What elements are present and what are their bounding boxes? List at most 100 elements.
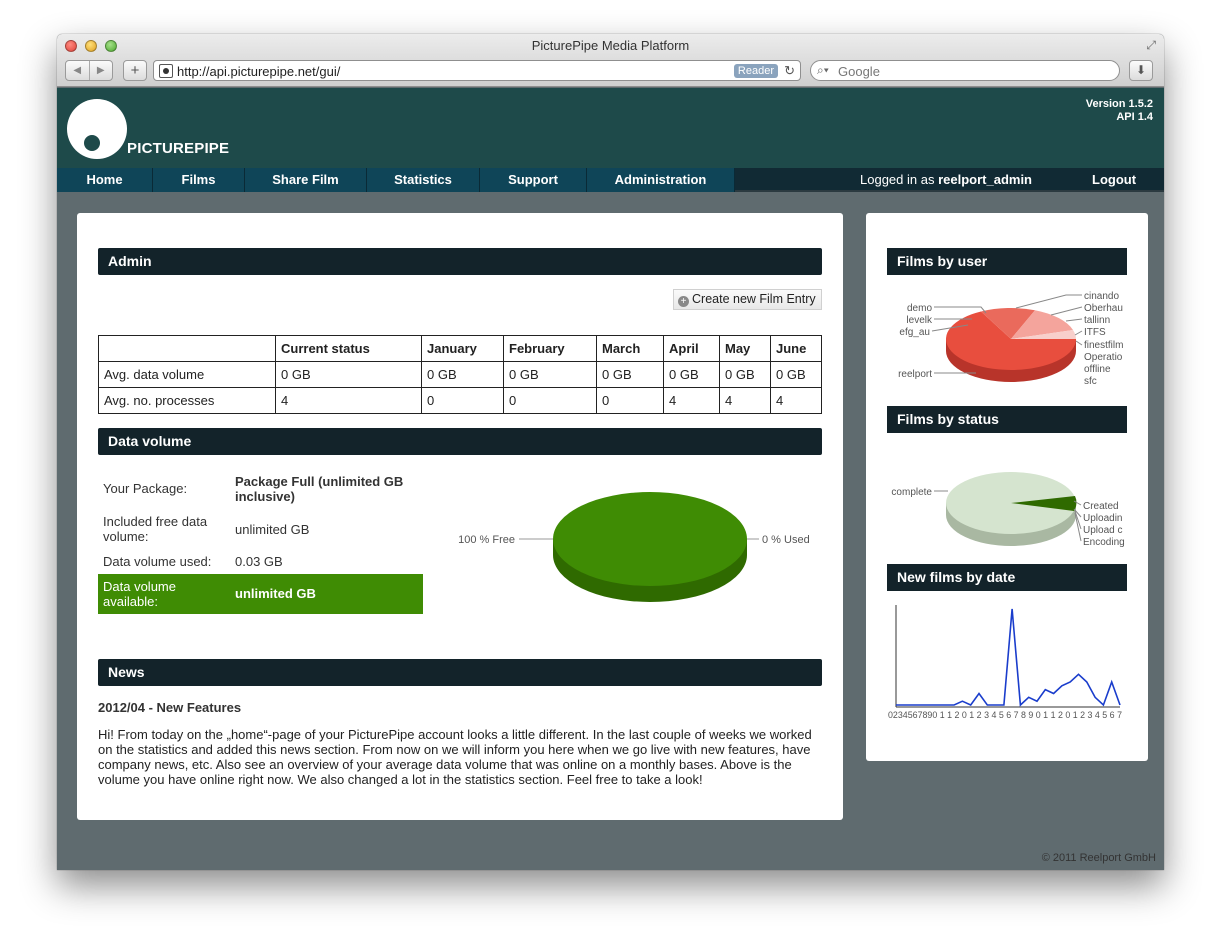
- create-film-entry-button[interactable]: + Create new Film Entry: [673, 289, 822, 310]
- menu-item-share-film[interactable]: Share Film: [245, 168, 367, 192]
- table-cell: 0 GB: [421, 361, 504, 388]
- table-cell: Avg. no. processes: [98, 387, 276, 414]
- user-label-levelk: levelk: [906, 315, 933, 326]
- menu-item-support[interactable]: Support: [480, 168, 587, 192]
- data-volume-section-header: Data volume: [98, 428, 822, 455]
- address-bar[interactable]: http://api.picturepipe.net/gui/ Reader ↻: [153, 60, 801, 81]
- leader-line: [934, 306, 987, 314]
- user-label-operatio: Operatio: [1084, 352, 1123, 363]
- volume-available-value: unlimited GB: [235, 586, 316, 601]
- sidebar-panel: Films by user demo levelk efg_au reelpor…: [866, 213, 1148, 761]
- reader-button[interactable]: Reader: [733, 64, 778, 78]
- table-cell: 0 GB: [503, 361, 597, 388]
- user-left-labels: demo levelk efg_au reelport: [898, 303, 933, 380]
- table-header-cell: January: [421, 335, 504, 362]
- logged-in-status: Logged in as reelport_admin: [860, 168, 1032, 192]
- panel-tab: [823, 288, 839, 428]
- back-icon[interactable]: ◀: [66, 61, 90, 80]
- x-axis-labels: 0234567890 1 1 2 0 1 2 3 4 5 6 7 8 9 0 1…: [888, 710, 1122, 720]
- free-volume-row: Included free data volume: unlimited GB: [98, 514, 423, 546]
- table-cell: 0 GB: [663, 361, 720, 388]
- table-header-cell: June: [770, 335, 822, 362]
- table-cell: Avg. data volume: [98, 361, 276, 388]
- search-placeholder: Google: [838, 64, 880, 79]
- table-cell: 4: [275, 387, 422, 414]
- volume-used-label: Data volume used:: [103, 554, 212, 569]
- free-volume-label: Included free data volume:: [103, 514, 208, 544]
- reload-icon[interactable]: ↻: [784, 63, 795, 79]
- package-row: Your Package: Package Full (unlimited GB…: [98, 473, 423, 507]
- table-cell: 0: [421, 387, 504, 414]
- volume-available-row: Data volume available: unlimited GB: [98, 574, 423, 614]
- table-header-cell: April: [663, 335, 720, 362]
- table-header-cell: [98, 335, 276, 362]
- logged-in-username: reelport_admin: [938, 172, 1032, 187]
- create-film-entry-label: Create new Film Entry: [692, 292, 816, 306]
- leader-line: [1074, 330, 1083, 336]
- user-label-offline: offline: [1084, 364, 1111, 375]
- user-right-labels: cinando Oberhau tallinn ITFS finestfilm …: [1084, 291, 1123, 387]
- package-value: Package Full (unlimited GB inclusive): [235, 474, 404, 504]
- logo-icon[interactable]: [67, 99, 127, 159]
- search-icon: ⌕▾: [817, 63, 829, 77]
- forward-icon[interactable]: ▶: [90, 61, 113, 80]
- history-buttons: ◀ ▶: [65, 60, 113, 81]
- films-by-status-header: Films by status: [887, 406, 1127, 433]
- add-bookmark-button[interactable]: +: [123, 60, 147, 81]
- window-title: PicturePipe Media Platform: [531, 38, 690, 53]
- menu-item-films[interactable]: Films: [153, 168, 245, 192]
- fullscreen-icon[interactable]: ⤢: [1146, 38, 1156, 53]
- download-icon: ⬇: [1135, 63, 1147, 77]
- package-label: Your Package:: [103, 481, 188, 496]
- add-circle-icon: +: [678, 296, 689, 307]
- menu-item-administration[interactable]: Administration: [587, 168, 735, 192]
- main-content-panel: Admin + Create new Film Entry Current sta…: [77, 213, 843, 820]
- status-label-complete: complete: [891, 487, 932, 498]
- table-header-cell: Current status: [275, 335, 422, 362]
- logo-text: PICTUREPIPE: [127, 140, 230, 157]
- leader-line: [1065, 318, 1083, 322]
- url-text[interactable]: http://api.picturepipe.net/gui/: [177, 64, 340, 79]
- user-label-reelport: reelport: [898, 369, 932, 380]
- table-cell: 0 GB: [719, 361, 771, 388]
- titlebar: PicturePipe Media Platform ⤢ ◀ ▶ + http:…: [57, 34, 1164, 87]
- status-label-upload-complete: Upload c: [1083, 525, 1122, 536]
- version-info: Version 1.5.2 API 1.4: [1086, 98, 1153, 124]
- films-by-user-pie-chart: demo levelk efg_au reelport cinando Ober…: [898, 291, 1123, 387]
- pie-slice-free: [553, 492, 747, 586]
- user-label-tallinn: tallinn: [1084, 315, 1110, 326]
- table-header-cell: February: [503, 335, 597, 362]
- news-section-header: News: [98, 659, 822, 686]
- table-cell: 4: [663, 387, 720, 414]
- news-item-title: 2012/04 - New Features: [98, 700, 242, 715]
- table-cell: 0: [596, 387, 664, 414]
- logo-dot: [84, 135, 100, 151]
- logged-in-prefix: Logged in as: [860, 172, 935, 187]
- leader-line: [1050, 306, 1083, 316]
- downloads-button[interactable]: ⬇: [1129, 60, 1153, 81]
- menu-item-statistics[interactable]: Statistics: [367, 168, 480, 192]
- site-header: PICTUREPIPE Version 1.5.2 API 1.4: [57, 88, 1164, 168]
- table-cell: 4: [770, 387, 822, 414]
- logout-link[interactable]: Logout: [1092, 168, 1136, 192]
- search-field[interactable]: ⌕▾ Google: [810, 60, 1120, 81]
- table-header-row: Current status January February March Ap…: [98, 335, 822, 362]
- free-volume-value: unlimited GB: [235, 522, 310, 537]
- menu-item-home[interactable]: Home: [57, 168, 153, 192]
- user-label-cinando: cinando: [1084, 291, 1119, 302]
- table-cell: 4: [719, 387, 771, 414]
- leader-line: [1075, 340, 1083, 346]
- table-header-cell: May: [719, 335, 771, 362]
- table-cell: 0 GB: [275, 361, 422, 388]
- admin-section-header: Admin: [98, 248, 822, 275]
- status-label-created: Created: [1083, 501, 1119, 512]
- user-label-sfc: sfc: [1084, 376, 1097, 387]
- table-row: Avg. data volume 0 GB 0 GB 0 GB 0 GB 0 G…: [98, 361, 822, 388]
- used-label: 0 % Used: [762, 534, 810, 546]
- table-cell: 0 GB: [596, 361, 664, 388]
- volume-used-value: 0.03 GB: [235, 554, 283, 569]
- table-row: Avg. no. processes 4 0 0 0 4 4 4: [98, 387, 822, 414]
- volume-available-label: Data volume available:: [103, 579, 176, 609]
- leader-line: [1015, 294, 1082, 309]
- films-by-user-header: Films by user: [887, 248, 1127, 275]
